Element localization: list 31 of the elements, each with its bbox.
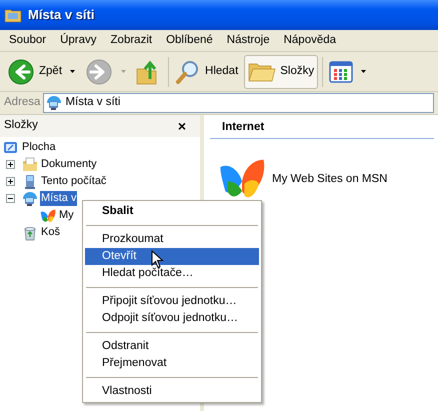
context-menu-item[interactable]: Prozkoumat [85,231,259,248]
tree-item[interactable]: Tento počítač [40,174,108,189]
menu-item[interactable]: Úpravy [53,32,104,50]
menu-item[interactable]: Nástroje [220,32,277,50]
window-title: Místa v síti [28,6,94,24]
group-title: Internet [222,121,264,133]
context-menu-item[interactable]: Přejmenovat [85,355,259,372]
tree-item[interactable]: Koš [40,225,61,240]
context-menu-item[interactable]: Sbalit [85,203,259,220]
menu-item[interactable]: Soubor [2,32,54,50]
menu-item[interactable]: Nápověda [276,32,344,50]
toolbar-button[interactable]: Hledat [171,54,242,88]
toolbar-button[interactable]: Zpět [3,54,80,88]
address-label: Adresa [4,95,40,110]
menu-item[interactable]: Zobrazit [104,32,160,50]
close-button[interactable]: × [178,119,196,133]
pane-title: Složky [4,118,38,134]
toolbar-button[interactable]: Složky [244,54,318,88]
context-menu-item[interactable]: Odpojit síťovou jednotku… [85,310,259,327]
context-menu-item[interactable]: Připojit síťovou jednotku… [85,293,259,310]
tree-item[interactable]: Místa v [40,191,78,206]
address-field[interactable]: Místa v síti [43,93,434,113]
context-menu-item[interactable]: Otevřít [85,248,259,265]
tree-item[interactable]: Dokumenty [40,157,98,172]
context-menu-item[interactable]: Odstranit [85,338,259,355]
tree-item[interactable]: Plocha [21,140,57,155]
context-menu-item[interactable]: Vlastnosti [85,383,259,400]
item-label[interactable]: My Web Sites on MSN [272,170,388,188]
tree-item[interactable]: My [58,208,75,223]
menu-item[interactable]: Oblíbené [159,32,220,50]
context-menu-item[interactable]: Hledat počítače… [85,265,259,282]
